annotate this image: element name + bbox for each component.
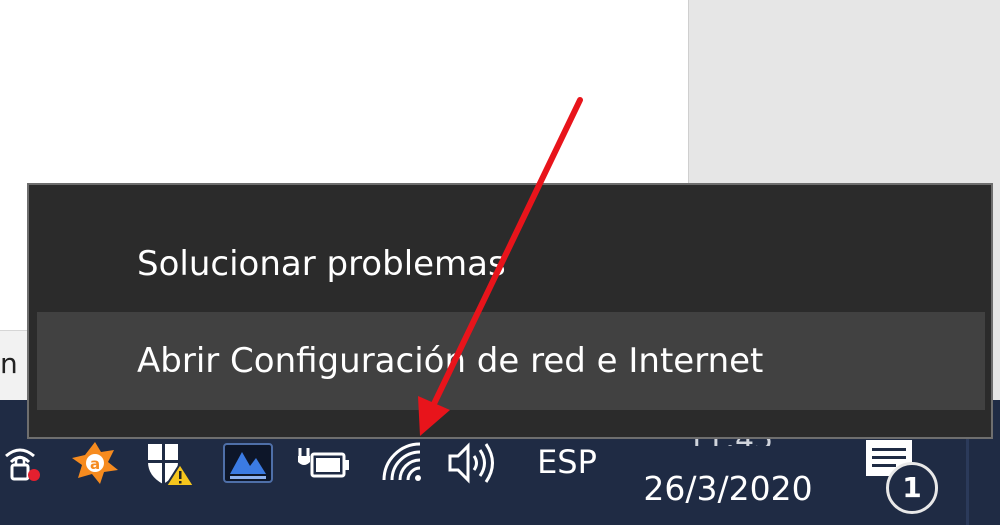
battery-icon[interactable] — [292, 438, 354, 488]
network-context-menu: Solucionar problemas Abrir Configuración… — [27, 183, 993, 439]
notification-count-badge: 1 — [886, 462, 938, 514]
left-edge-text: n — [0, 347, 18, 380]
network-wifi-icon[interactable] — [376, 438, 432, 488]
language-indicator[interactable]: ESP — [532, 440, 602, 484]
menu-item-troubleshoot[interactable]: Solucionar problemas — [37, 215, 985, 313]
app-tray-icon[interactable] — [220, 438, 276, 488]
windows-security-icon[interactable] — [140, 438, 200, 488]
menu-item-open-network-settings[interactable]: Abrir Configuración de red e Internet — [37, 312, 985, 410]
avast-icon[interactable]: a — [68, 438, 122, 488]
background-left-strip: n — [0, 330, 30, 401]
wifi-lock-icon[interactable] — [0, 438, 50, 488]
svg-text:a: a — [90, 455, 100, 473]
volume-icon[interactable] — [444, 438, 502, 488]
clock-date[interactable]: 26/3/2020 — [628, 464, 828, 514]
